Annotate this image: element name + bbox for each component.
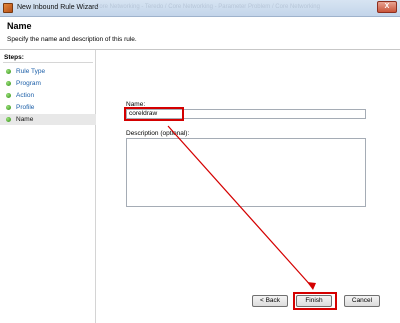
steps-pane: Steps: Rule Type Program Action Profile … — [0, 50, 96, 323]
title-bar: New Inbound Rule Wizard Core Networking … — [0, 0, 400, 17]
firewall-icon — [3, 3, 13, 13]
description-label: Description (optional): — [126, 130, 190, 137]
step-program[interactable]: Program — [0, 78, 96, 89]
step-profile[interactable]: Profile — [0, 102, 96, 113]
step-action[interactable]: Action — [0, 90, 96, 101]
step-status-icon — [6, 93, 11, 98]
step-label: Action — [16, 92, 35, 99]
step-status-icon — [6, 117, 11, 122]
page-description: Specify the name and description of this… — [7, 36, 137, 43]
step-label: Program — [16, 80, 41, 87]
step-status-icon — [6, 105, 11, 110]
step-name[interactable]: Name — [0, 114, 96, 125]
finish-annotation-box — [293, 292, 337, 310]
step-label: Rule Type — [16, 68, 46, 75]
step-status-icon — [6, 81, 11, 86]
close-button[interactable]: X — [377, 1, 397, 13]
window-title: New Inbound Rule Wizard — [17, 4, 99, 11]
step-rule-type[interactable]: Rule Type — [0, 66, 96, 77]
page-header: Name Specify the name and description of… — [0, 17, 400, 50]
annotation-arrowhead — [307, 282, 316, 290]
step-label: Name — [16, 116, 34, 123]
steps-divider — [3, 62, 93, 63]
page-title: Name — [7, 21, 32, 31]
steps-title: Steps: — [4, 54, 24, 61]
step-status-icon — [6, 69, 11, 74]
description-input[interactable] — [126, 138, 366, 207]
back-button[interactable]: < Back — [252, 295, 288, 307]
step-label: Profile — [16, 104, 35, 111]
background-window-text: Core Networking - Teredo / Core Networki… — [95, 4, 320, 10]
name-annotation-box — [124, 107, 184, 121]
cancel-button[interactable]: Cancel — [344, 295, 380, 307]
